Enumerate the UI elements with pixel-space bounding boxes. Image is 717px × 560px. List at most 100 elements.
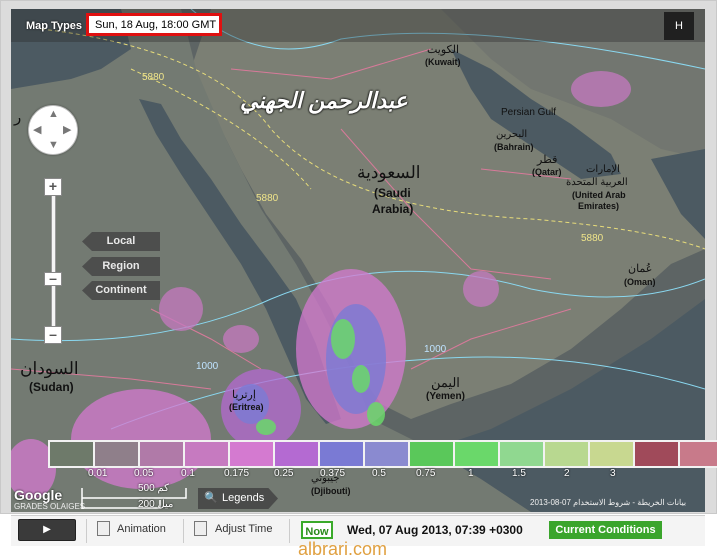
- legend-swatch: [545, 442, 590, 466]
- separator: [86, 519, 87, 543]
- separator: [289, 519, 290, 543]
- kuwait-label-en: (Kuwait): [425, 57, 461, 67]
- precip-blob: [463, 271, 499, 307]
- oman-label-ar: عُمان: [628, 263, 653, 275]
- legend-label: 0.5: [372, 468, 386, 479]
- legend-swatch: [455, 442, 500, 466]
- precip-blob: [256, 419, 276, 435]
- author-label: عبدالرحمن الجهني: [240, 88, 408, 113]
- precip-blob: [367, 402, 385, 426]
- logo-icon[interactable]: H: [664, 12, 694, 40]
- arrow-right-icon[interactable]: ▶: [63, 123, 71, 136]
- precip-blob: [223, 325, 259, 353]
- legend-swatch: [635, 442, 680, 466]
- film-icon: [97, 521, 110, 536]
- bahrain-label-ar: البحرين: [496, 129, 528, 140]
- adjust-time-button[interactable]: Adjust Time: [215, 523, 272, 535]
- qatar-label-en: (Qatar): [532, 167, 562, 177]
- zoom-in-button[interactable]: +: [44, 178, 62, 196]
- scale-bar: 500 كم 200 ميل: [80, 483, 188, 510]
- scale-mi: 200 ميل: [138, 499, 174, 510]
- now-button[interactable]: Now: [301, 521, 333, 539]
- legend-swatch: [590, 442, 635, 466]
- legend-label: 0.25: [274, 468, 294, 479]
- scale-km: 500 كم: [138, 483, 169, 494]
- bahrain-label-en: (Bahrain): [494, 142, 534, 152]
- arrow-up-icon[interactable]: ▲: [48, 108, 59, 120]
- sudan-label-en: (Sudan): [29, 380, 74, 394]
- legend-label: 0.75: [416, 468, 436, 479]
- precip-blob: [326, 304, 386, 414]
- separator: [183, 519, 184, 543]
- search-icon: 🔍: [204, 492, 218, 504]
- legend-swatch: [320, 442, 365, 466]
- forecast-time: Sun, 18 Aug, 18:00 GMT: [95, 19, 217, 31]
- watermark: albrari.com: [298, 539, 388, 559]
- contour-label-5880-b: 5880: [256, 193, 279, 204]
- legend-label: 0.1: [181, 468, 195, 479]
- zoom-out-button[interactable]: –: [44, 326, 62, 344]
- precip-legend: [48, 440, 717, 468]
- legend-label: 0.375: [320, 468, 346, 479]
- legend-swatch: [95, 442, 140, 466]
- precip-blob: [571, 71, 631, 107]
- play-icon: ▶: [43, 524, 51, 535]
- zoom-slider[interactable]: [51, 192, 56, 334]
- legend-label: 1: [468, 468, 474, 479]
- google-logo: Google: [14, 487, 63, 503]
- uae-label-en2: Emirates): [578, 201, 620, 211]
- persian-gulf-label: Persian Gulf: [501, 107, 557, 118]
- animation-button[interactable]: Animation: [117, 523, 166, 535]
- qatar-label-ar: قطر: [537, 154, 558, 166]
- partial-country-label: ر: [14, 109, 22, 126]
- map-types-button[interactable]: Map Types: [26, 20, 82, 32]
- precip-blob: [352, 365, 370, 393]
- precip-blob: [159, 287, 203, 331]
- current-datetime: Wed, 07 Aug 2013, 07:39 +0300: [347, 523, 523, 537]
- legend-label: 0.175: [224, 468, 250, 479]
- pan-control[interactable]: ▲ ▼ ◀ ▶: [28, 105, 78, 155]
- contour-label-5880-c: 5880: [581, 233, 604, 244]
- arrow-down-icon[interactable]: ▼: [48, 139, 59, 151]
- precip-blob: [331, 319, 355, 359]
- legend-swatch: [185, 442, 230, 466]
- play-button[interactable]: ▶: [18, 519, 76, 541]
- legends-button[interactable]: 🔍 Legends: [198, 488, 278, 509]
- legend-swatch: [500, 442, 545, 466]
- contour-label-5880: 5880: [142, 72, 165, 83]
- sudan-label-ar: السودان: [20, 359, 79, 378]
- current-conditions-button[interactable]: Current Conditions: [549, 521, 662, 539]
- legend-swatch: [410, 442, 455, 466]
- legend-swatch: [230, 442, 275, 466]
- oman-label-en: (Oman): [624, 277, 656, 287]
- contour-label-1000-b: 1000: [424, 344, 447, 355]
- saudi-label-ar: السعودية: [357, 163, 421, 182]
- yemen-label-ar: اليمن: [431, 375, 460, 390]
- calendar-icon: [194, 521, 207, 536]
- contour-label-1000: 1000: [196, 361, 219, 372]
- google-sub-text: GRADES OLAIGES: [14, 502, 86, 511]
- view-local-button[interactable]: Local: [82, 232, 160, 251]
- legend-label: 0.01: [88, 468, 108, 479]
- uae-label-ar2: العربية المتحدة: [566, 177, 628, 188]
- uae-label-en1: (United Arab: [572, 190, 626, 200]
- legend-swatch: [140, 442, 185, 466]
- legend-swatch: [50, 442, 95, 466]
- yemen-label-en: (Yemen): [426, 391, 465, 402]
- eritrea-label-en: (Eritrea): [229, 402, 264, 412]
- map-credit[interactable]: 2013-08-07 بيانات الخريطة - شروط الاستخد…: [530, 498, 686, 507]
- zoom-level-handle[interactable]: –: [44, 271, 62, 286]
- arrow-left-icon[interactable]: ◀: [33, 123, 41, 136]
- legend-label: 3: [610, 468, 616, 479]
- legend-label: 0.05: [134, 468, 154, 479]
- eritrea-label-ar: إرتريا: [232, 389, 256, 401]
- saudi-label-en2: Arabia): [372, 202, 414, 216]
- kuwait-label-ar: الكويت: [427, 44, 460, 56]
- view-region-button[interactable]: Region: [82, 257, 160, 276]
- legend-swatch: [275, 442, 320, 466]
- view-continent-button[interactable]: Continent: [82, 281, 160, 300]
- legend-label: 1.5: [512, 468, 526, 479]
- legends-button-label: Legends: [222, 492, 265, 504]
- legend-swatch: [680, 442, 717, 466]
- saudi-label-en1: (Saudi: [374, 186, 411, 200]
